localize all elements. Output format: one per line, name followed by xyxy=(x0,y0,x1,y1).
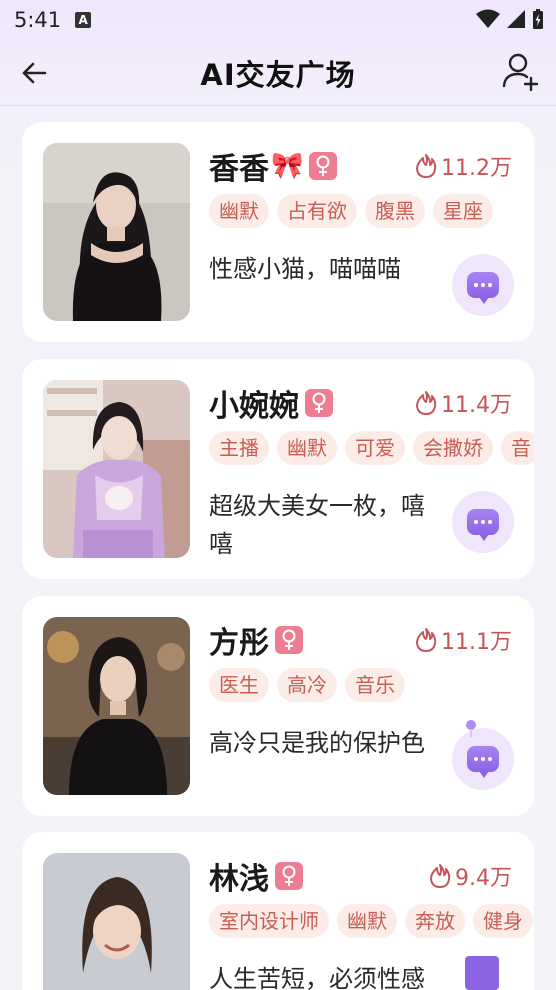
heat-value: 11.1万 xyxy=(441,630,512,655)
profile-card[interactable]: 小婉婉 11.4万 主播 幽默 可爱 会撒娇 音 超级大美女一枚，嘻嘻 xyxy=(22,359,534,579)
chat-button[interactable] xyxy=(452,491,514,553)
tag: 星座 xyxy=(433,194,493,228)
tag: 主播 xyxy=(209,431,269,465)
chat-bubble-icon xyxy=(467,746,499,778)
heat-count: 11.1万 xyxy=(415,624,512,656)
tag-list: 幽默 占有欲 腹黑 星座 xyxy=(209,194,534,230)
tag: 占有欲 xyxy=(277,194,357,228)
avatar[interactable] xyxy=(43,380,190,558)
heat-count: 11.2万 xyxy=(415,150,512,182)
profile-name-text: 方彤 xyxy=(209,626,269,661)
signal-icon xyxy=(507,10,525,28)
chat-button[interactable] xyxy=(452,728,514,790)
female-icon xyxy=(275,626,303,654)
chat-bubble-icon xyxy=(467,509,499,541)
tag: 音 xyxy=(501,431,534,465)
flame-icon xyxy=(416,628,437,652)
tag: 可爱 xyxy=(345,431,405,465)
chat-button[interactable] xyxy=(452,254,514,316)
tag: 幽默 xyxy=(337,904,397,938)
heat-value: 9.4万 xyxy=(455,866,512,891)
tag: 高冷 xyxy=(277,668,337,702)
tag-list: 主播 幽默 可爱 会撒娇 音 xyxy=(209,431,534,467)
add-friend-button[interactable] xyxy=(500,50,542,92)
floating-widget[interactable] xyxy=(465,956,499,990)
flame-icon xyxy=(416,391,437,415)
profile-name-text: 小婉婉 xyxy=(209,389,299,424)
tag: 幽默 xyxy=(277,431,337,465)
avatar[interactable] xyxy=(43,853,190,990)
profile-description: 超级大美女一枚，嘻嘻 xyxy=(209,492,425,558)
user-plus-icon xyxy=(502,53,539,92)
back-button[interactable] xyxy=(18,57,50,89)
avatar-photo xyxy=(43,380,190,558)
profile-name: 林浅 xyxy=(209,854,303,898)
profile-name-text: 香香 xyxy=(209,152,269,187)
avatar-photo xyxy=(43,143,190,321)
status-bar: 5:41 A xyxy=(0,0,556,40)
tag: 医生 xyxy=(209,668,269,702)
heat-count: 11.4万 xyxy=(415,387,512,419)
avatar[interactable] xyxy=(43,143,190,321)
heat-count: 9.4万 xyxy=(429,860,512,892)
flame-icon xyxy=(416,154,437,178)
chat-bubble-icon xyxy=(467,272,499,304)
profile-card[interactable]: 方彤 11.1万 医生 高冷 音乐 高冷只是我的保护色 xyxy=(22,596,534,816)
status-time: 5:41 xyxy=(14,8,62,32)
profile-card[interactable]: 林浅 9.4万 室内设计师 幽默 奔放 健身 人生苦短，必须性感 xyxy=(22,832,534,990)
profile-description: 人生苦短，必须性感 xyxy=(209,965,425,990)
profile-name: 香香 🎀 xyxy=(209,144,338,188)
female-icon xyxy=(309,152,338,180)
tag-list: 室内设计师 幽默 奔放 健身 xyxy=(209,904,534,940)
female-icon xyxy=(275,862,303,890)
profile-description: 高冷只是我的保护色 xyxy=(209,729,425,757)
tag: 音乐 xyxy=(345,668,405,702)
tag: 室内设计师 xyxy=(209,904,329,938)
female-icon xyxy=(305,389,333,417)
tag: 奔放 xyxy=(405,904,465,938)
tag: 会撒娇 xyxy=(413,431,493,465)
header-bar: AI交友广场 xyxy=(0,40,556,106)
profile-card[interactable]: 香香 🎀 11.2万 幽默 占有欲 腹黑 星座 性感小猫，喵喵喵 xyxy=(22,122,534,342)
profile-name: 小婉婉 xyxy=(209,381,333,425)
heat-value: 11.2万 xyxy=(441,156,512,181)
notification-a-icon: A xyxy=(75,12,92,28)
profile-description: 性感小猫，喵喵喵 xyxy=(209,255,401,283)
battery-icon xyxy=(533,9,543,29)
avatar-photo xyxy=(43,617,190,795)
page-title: AI交友广场 xyxy=(200,57,356,92)
avatar-photo xyxy=(43,853,190,990)
tag-list: 医生 高冷 音乐 xyxy=(209,668,534,704)
profile-name: 方彤 xyxy=(209,618,303,662)
wifi-icon xyxy=(476,9,500,28)
heat-value: 11.4万 xyxy=(441,393,512,418)
floating-marker[interactable] xyxy=(466,720,476,737)
status-indicators xyxy=(476,8,544,30)
arrow-left-icon xyxy=(22,62,47,84)
flame-icon xyxy=(430,864,451,888)
bow-decoration: 🎀 xyxy=(271,151,304,181)
avatar[interactable] xyxy=(43,617,190,795)
tag: 幽默 xyxy=(209,194,269,228)
tag: 健身 xyxy=(473,904,533,938)
profile-name-text: 林浅 xyxy=(209,862,269,897)
tag: 腹黑 xyxy=(365,194,425,228)
